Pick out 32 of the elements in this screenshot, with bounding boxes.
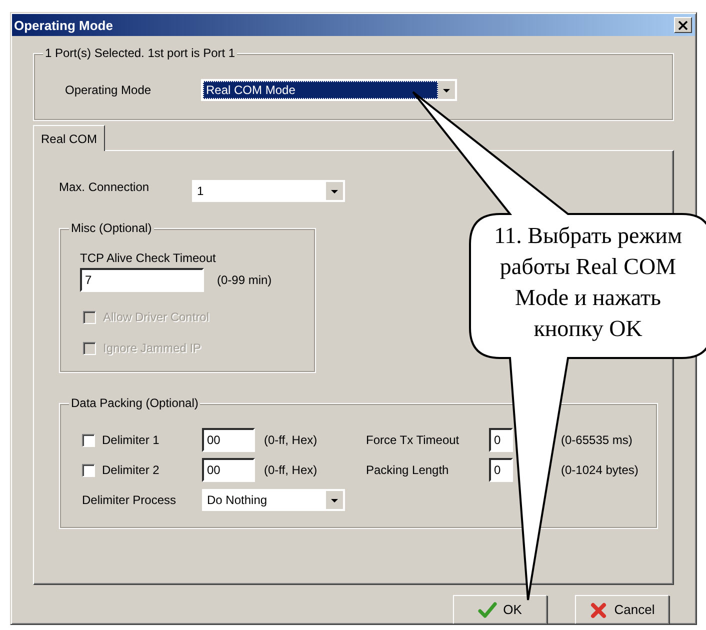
range-hint: (0-ff, Hex)	[264, 463, 318, 477]
ok-button[interactable]: OK	[453, 595, 547, 624]
cancel-button[interactable]: Cancel	[575, 595, 669, 624]
field-label: Packing Length	[366, 463, 450, 477]
dropdown[interactable]: Do Nothing	[202, 489, 345, 511]
group-title: Data Packing (Optional)	[69, 396, 200, 410]
field-label: Operating Mode	[65, 83, 152, 97]
window-title: Operating Mode	[14, 18, 114, 32]
input-field[interactable]: 0	[489, 428, 513, 452]
range-hint: (0-65535 ms)	[560, 433, 634, 447]
input-field[interactable]: 0	[489, 458, 513, 482]
input-field[interactable]: 00	[202, 458, 255, 482]
field-label: Force Tx Timeout	[366, 433, 460, 447]
checkbox-label: Delimiter 2	[102, 463, 160, 477]
tab[interactable]: Real COM	[33, 125, 106, 151]
checkbox-label: Delimiter 1	[102, 433, 160, 447]
dropdown-value: 1	[196, 183, 205, 200]
range-hint: (0-ff, Hex)	[264, 433, 318, 447]
input-field[interactable]: 7	[80, 268, 204, 292]
input-field[interactable]: 00	[202, 428, 255, 452]
range-hint: (0-99 min)	[217, 273, 272, 287]
dropdown-value: Real COM Mode	[203, 81, 438, 99]
dropdown[interactable]: Real COM Mode	[201, 79, 457, 101]
group-title: Misc (Optional)	[69, 221, 154, 235]
dropdown-value: Do Nothing	[206, 492, 268, 509]
range-hint: (0-1024 bytes)	[560, 463, 640, 477]
field-label: Max. Connection	[59, 180, 150, 194]
field-label: Delimiter Process	[82, 493, 178, 507]
field-label: TCP Alive Check Timeout	[80, 251, 216, 265]
callout-text: 11. Выбрать режим работы Real COM Mode и нажать кнопку OK	[492, 222, 683, 343]
dropdown[interactable]: 1	[192, 180, 345, 202]
group-title: 1 Port(s) Selected. 1st port is Port 1	[43, 46, 238, 60]
